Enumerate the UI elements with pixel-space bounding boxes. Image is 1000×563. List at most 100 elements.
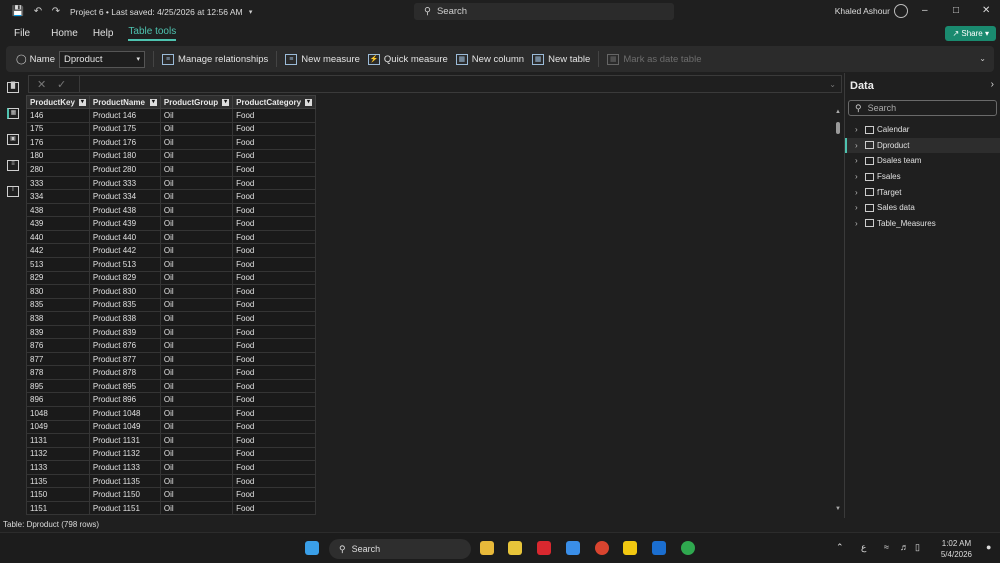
table-cell[interactable]: Food [232, 324, 317, 340]
table-cell[interactable]: Food [232, 460, 317, 475]
chrome-icon[interactable] [595, 541, 609, 555]
filter-dropdown-icon[interactable]: ▾ [78, 98, 86, 106]
table-cell[interactable]: Food [232, 243, 317, 258]
collapse-pane-icon[interactable]: › [991, 79, 994, 90]
chevron-right-icon[interactable]: › [855, 156, 863, 165]
table-row[interactable]: 146 Product 146 Oil Food [26, 108, 317, 123]
table-cell[interactable]: 1133 [26, 460, 90, 475]
table-cell[interactable]: Food [232, 433, 317, 448]
save-icon[interactable]: 💾 [10, 6, 26, 17]
table-cell[interactable]: Oil [159, 324, 234, 340]
table-row[interactable]: 333 Product 333 Oil Food [26, 175, 317, 191]
table-row[interactable]: 440 Product 440 Oil Food [26, 229, 317, 245]
table-cell[interactable]: Oil [159, 311, 234, 326]
table-cell[interactable]: 442 [26, 243, 90, 258]
table-cell[interactable]: Oil [159, 257, 234, 272]
table-cell[interactable]: Oil [159, 378, 234, 394]
table-cell[interactable]: Oil [159, 216, 234, 231]
new-measure-button[interactable]: ≡ New measure [285, 53, 360, 65]
table-cell[interactable]: Product 839 [88, 324, 161, 340]
table-cell[interactable]: Oil [159, 365, 234, 380]
table-row[interactable]: 878 Product 878 Oil Food [26, 365, 317, 380]
table-cell[interactable]: Product 896 [88, 392, 161, 408]
menu-help[interactable]: Help [93, 28, 114, 39]
ribbon-collapse-icon[interactable]: ⌄ [979, 54, 986, 63]
new-column-button[interactable]: ▦ New column [455, 53, 524, 65]
file-explorer-icon[interactable] [480, 541, 494, 555]
global-search-box[interactable]: ⚲ Search [414, 3, 674, 20]
table-cell[interactable]: 440 [26, 229, 90, 245]
table-row[interactable]: 180 Product 180 Oil Food [26, 148, 317, 164]
table-cell[interactable]: Food [232, 392, 317, 408]
table-row[interactable]: 1048 Product 1048 Oil Food [26, 406, 317, 421]
windows-start-icon[interactable] [305, 541, 319, 555]
table-cell[interactable]: Food [232, 108, 317, 123]
table-cell[interactable]: Oil [159, 121, 234, 137]
table-cell[interactable]: Oil [159, 148, 234, 164]
filter-dropdown-icon[interactable]: ▾ [222, 98, 230, 106]
scroll-down-icon[interactable]: ▼ [835, 506, 841, 512]
power-bi-icon[interactable] [623, 541, 637, 555]
report-view-icon[interactable]: █ [7, 82, 19, 93]
volume-icon[interactable]: ♬ [900, 542, 909, 552]
table-row[interactable]: 1049 Product 1049 Oil Food [26, 419, 317, 435]
table-cell[interactable]: Product 440 [88, 229, 161, 245]
table-cell[interactable]: Food [232, 121, 317, 137]
vertical-scrollbar[interactable]: ▲ ▼ [834, 95, 842, 517]
table-row[interactable]: 1132 Product 1132 Oil Food [26, 446, 317, 462]
table-cell[interactable]: 838 [26, 311, 90, 326]
table-cell[interactable]: 1135 [26, 473, 90, 489]
table-cell[interactable]: 146 [26, 108, 90, 123]
table-cell[interactable]: Food [232, 270, 317, 286]
app-l-icon[interactable] [537, 541, 551, 555]
table-cell[interactable]: Product 333 [88, 175, 161, 191]
table-cell[interactable]: Oil [159, 433, 234, 448]
table-cell[interactable]: Food [232, 229, 317, 245]
data-pane-table-item[interactable]: › fTarget [845, 184, 1000, 200]
table-cell[interactable]: Product 1048 [88, 406, 161, 421]
data-pane-table-item[interactable]: › Table_Measures [845, 216, 1000, 232]
table-row[interactable]: 1151 Product 1151 Oil Food [26, 500, 317, 516]
table-row[interactable]: 442 Product 442 Oil Food [26, 243, 317, 258]
filter-dropdown-icon[interactable]: ▾ [149, 98, 157, 106]
table-cell[interactable]: 334 [26, 189, 90, 204]
table-row[interactable]: 829 Product 829 Oil Food [26, 270, 317, 286]
table-cell[interactable]: Food [232, 202, 317, 218]
table-row[interactable]: 1131 Product 1131 Oil Food [26, 433, 317, 448]
table-cell[interactable]: Food [232, 446, 317, 462]
table-row[interactable]: 438 Product 438 Oil Food [26, 202, 317, 218]
chevron-right-icon[interactable]: › [855, 219, 863, 228]
minimize-icon[interactable]: – [922, 5, 928, 16]
chevron-up-icon[interactable]: ⌃ [836, 542, 844, 553]
table-row[interactable]: 280 Product 280 Oil Food [26, 162, 317, 177]
menu-file[interactable]: File [14, 28, 30, 39]
table-row[interactable]: 876 Product 876 Oil Food [26, 338, 317, 353]
user-name[interactable]: Khaled Ashour [835, 6, 890, 16]
table-cell[interactable]: Oil [159, 446, 234, 462]
table-row[interactable]: 175 Product 175 Oil Food [26, 121, 317, 137]
cancel-formula-icon[interactable]: ✕ [37, 78, 49, 91]
table-cell[interactable]: Food [232, 365, 317, 380]
table-cell[interactable]: Product 1151 [88, 500, 161, 516]
table-cell[interactable]: Oil [159, 392, 234, 408]
table-cell[interactable]: Product 513 [88, 257, 161, 272]
table-cell[interactable]: 439 [26, 216, 90, 231]
table-cell[interactable]: Product 180 [88, 148, 161, 164]
table-cell[interactable]: Product 1132 [88, 446, 161, 462]
dax-query-view-icon[interactable]: ≡ [7, 160, 19, 171]
table-cell[interactable]: Product 1131 [88, 433, 161, 448]
table-cell[interactable]: Food [232, 487, 317, 502]
table-cell[interactable]: 280 [26, 162, 90, 177]
table-cell[interactable]: Oil [159, 338, 234, 353]
table-row[interactable]: 513 Product 513 Oil Food [26, 257, 317, 272]
table-cell[interactable]: Food [232, 148, 317, 164]
expand-formula-icon[interactable]: ⌄ [829, 80, 836, 89]
table-cell[interactable]: Product 1049 [88, 419, 161, 435]
battery-icon[interactable]: ▯ [915, 542, 920, 553]
table-cell[interactable]: 1150 [26, 487, 90, 502]
table-row[interactable]: 835 Product 835 Oil Food [26, 297, 317, 313]
table-cell[interactable]: Food [232, 338, 317, 353]
table-cell[interactable]: Product 877 [88, 351, 161, 367]
table-cell[interactable]: Oil [159, 351, 234, 367]
taskbar-search[interactable]: ⚲ Search [329, 539, 471, 559]
